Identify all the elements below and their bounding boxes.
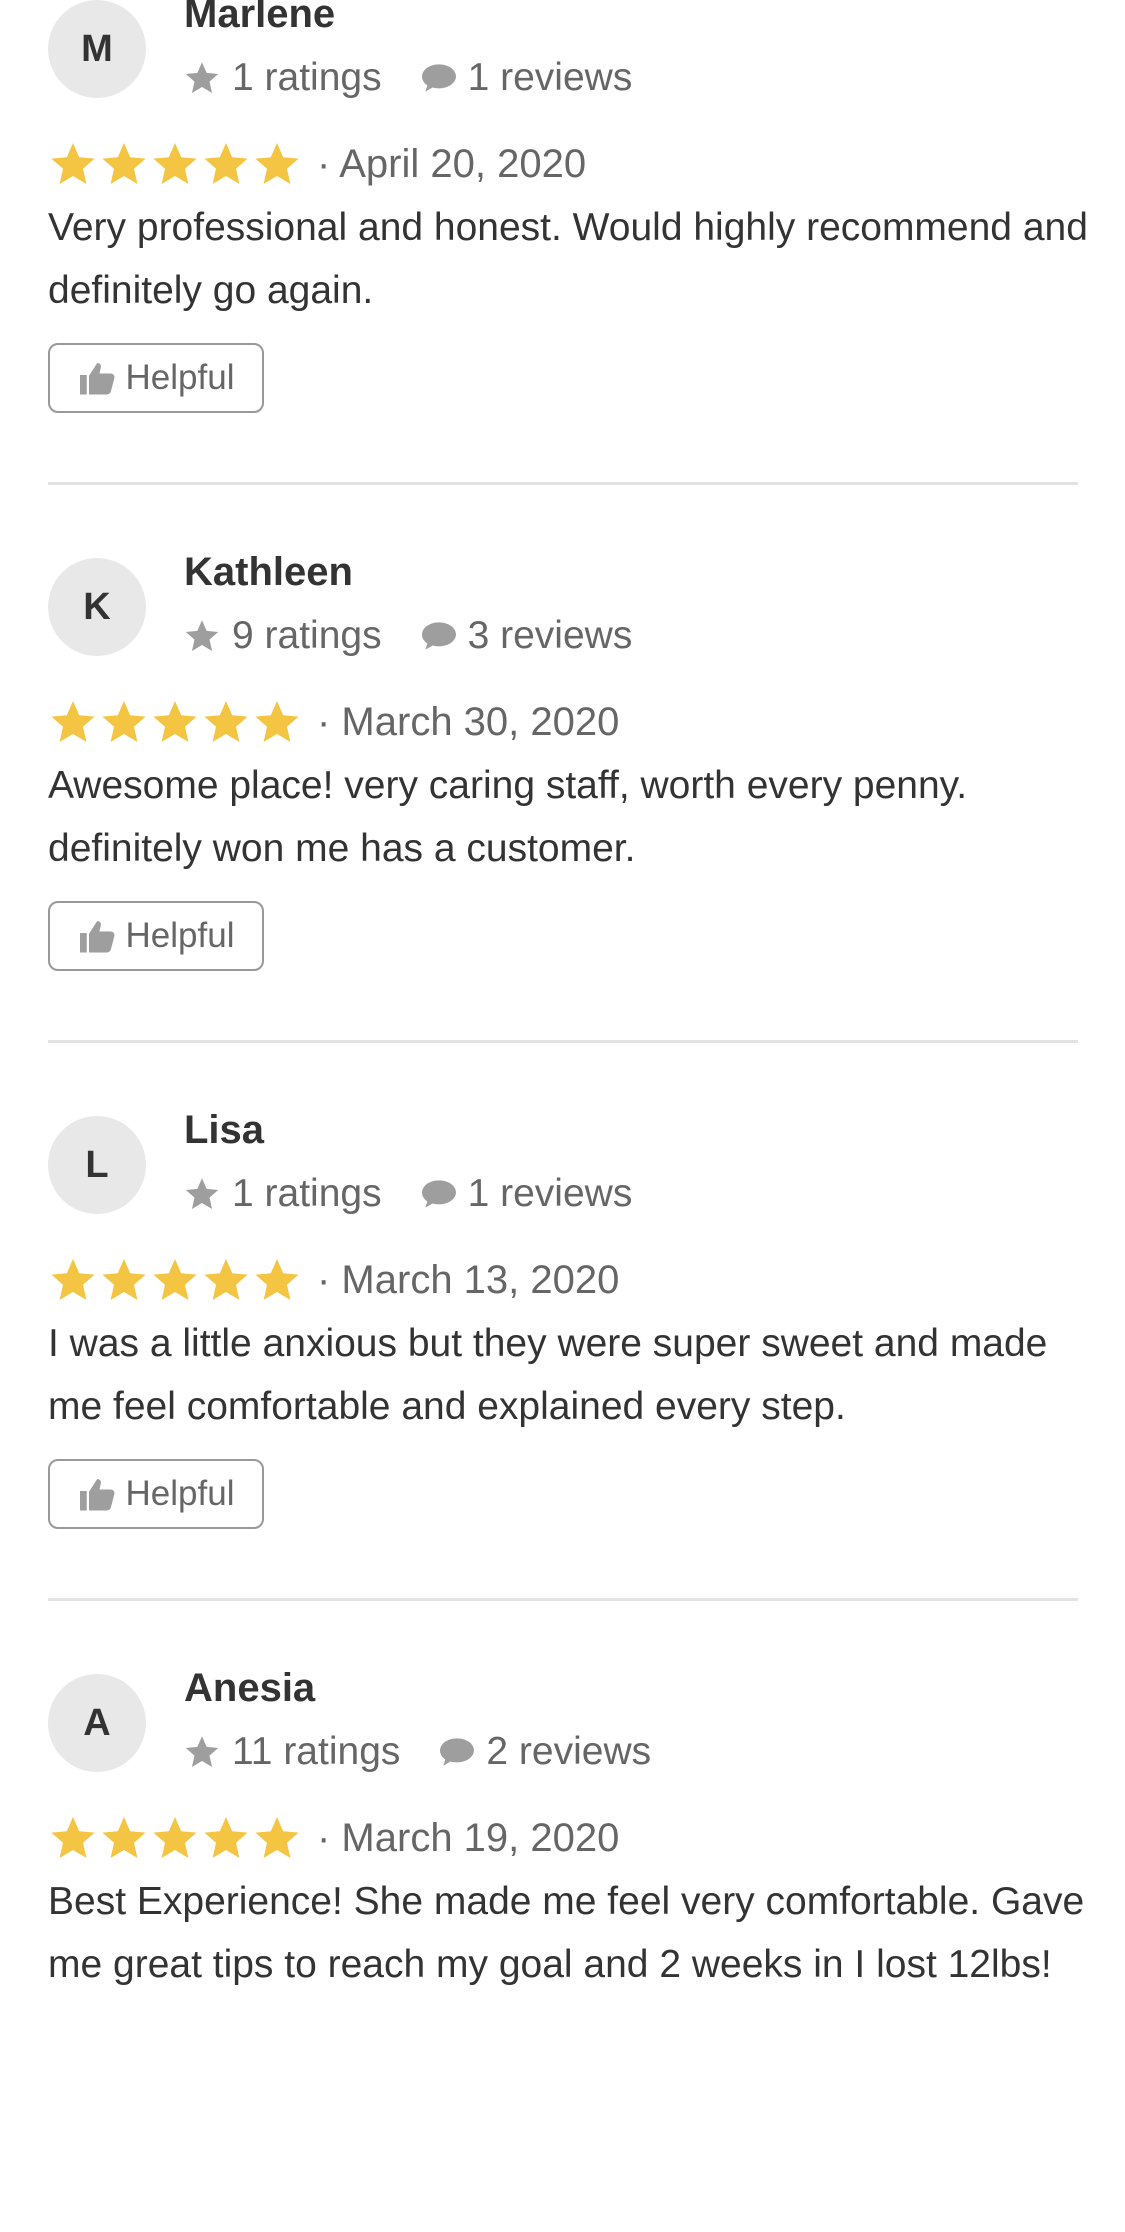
star-rating <box>48 698 303 746</box>
star-icon <box>255 143 299 184</box>
reviews-count: 1 reviews <box>420 56 633 100</box>
star-icon <box>204 143 248 184</box>
star-icon <box>51 701 95 742</box>
rating-row: · April 20, 2020 <box>48 137 586 191</box>
review-text: I was a little anxious but they were sup… <box>48 1322 1048 1428</box>
reviewer-stats: 9 ratings 3 reviews <box>184 611 632 661</box>
reviewer-stats: 1 ratings 1 reviews <box>184 53 632 103</box>
reviewer-name[interactable]: Kathleen <box>184 550 353 595</box>
avatar: M <box>48 0 146 98</box>
helpful-label: Helpful <box>125 358 235 397</box>
star-icon <box>102 143 146 184</box>
rating-row: · March 13, 2020 <box>48 1253 619 1307</box>
review-date: · March 13, 2020 <box>317 1257 620 1302</box>
rating-row: · March 19, 2020 <box>48 1811 619 1865</box>
review-text: Very professional and honest. Would high… <box>48 206 1088 312</box>
speech-bubble-icon <box>438 1735 476 1769</box>
divider <box>48 1040 1078 1043</box>
review-card: L Lisa 1 ratings 1 reviews · March 13, 2… <box>0 1108 1125 1674</box>
review-card: A Anesia 11 ratings 2 reviews · March 19… <box>0 1666 1125 2232</box>
review-text: Awesome place! very caring staff, worth … <box>48 764 968 870</box>
star-icon <box>153 701 197 742</box>
speech-bubble-icon <box>420 61 458 95</box>
rating-row: · March 30, 2020 <box>48 695 619 749</box>
star-icon <box>184 618 220 654</box>
reviews-count-label: 1 reviews <box>467 56 633 99</box>
star-icon <box>51 143 95 184</box>
helpful-button[interactable]: Helpful <box>48 1459 264 1529</box>
reviewer-name[interactable]: Anesia <box>184 1666 315 1711</box>
star-icon <box>255 701 299 742</box>
divider <box>48 1598 1078 1601</box>
reviews-count: 2 reviews <box>438 1730 651 1774</box>
star-icon <box>184 60 220 96</box>
thumbs-up-icon <box>78 918 118 954</box>
review-date: · March 19, 2020 <box>317 1815 620 1860</box>
star-rating <box>48 140 303 188</box>
helpful-label: Helpful <box>125 1474 235 1513</box>
review-card: K Kathleen 9 ratings 3 reviews · March 3… <box>0 550 1125 1116</box>
review-card: M Marlene 1 ratings 1 reviews · April 20… <box>0 0 1125 558</box>
avatar: K <box>48 558 146 656</box>
ratings-count-label: 1 ratings <box>232 56 382 99</box>
thumbs-up-icon <box>78 1476 118 1512</box>
reviewer-stats: 1 ratings 1 reviews <box>184 1169 632 1219</box>
reviewer-stats: 11 ratings 2 reviews <box>184 1727 651 1777</box>
divider <box>48 482 1078 485</box>
ratings-count: 1 ratings <box>184 56 382 100</box>
reviews-count-label: 2 reviews <box>486 1730 652 1773</box>
star-icon <box>102 1817 146 1858</box>
ratings-count-label: 11 ratings <box>232 1730 401 1773</box>
reviews-count: 3 reviews <box>420 614 633 658</box>
star-icon <box>51 1817 95 1858</box>
ratings-count: 1 ratings <box>184 1172 382 1216</box>
star-icon <box>51 1259 95 1300</box>
star-icon <box>204 1817 248 1858</box>
reviews-count-label: 3 reviews <box>467 614 633 657</box>
helpful-button[interactable]: Helpful <box>48 343 264 413</box>
review-date: · March 30, 2020 <box>317 699 620 744</box>
speech-bubble-icon <box>420 1177 458 1211</box>
star-icon <box>153 143 197 184</box>
helpful-label: Helpful <box>125 916 235 955</box>
star-rating <box>48 1256 303 1304</box>
reviewer-name[interactable]: Marlene <box>184 0 335 37</box>
reviewer-name[interactable]: Lisa <box>184 1108 264 1153</box>
star-icon <box>255 1259 299 1300</box>
avatar: A <box>48 1674 146 1772</box>
review-date: · April 20, 2020 <box>317 141 587 186</box>
avatar: L <box>48 1116 146 1214</box>
ratings-count: 11 ratings <box>184 1730 400 1774</box>
ratings-count: 9 ratings <box>184 614 382 658</box>
review-text: Best Experience! She made me feel very c… <box>48 1880 1085 1986</box>
star-icon <box>153 1259 197 1300</box>
ratings-count-label: 1 ratings <box>232 1172 382 1215</box>
speech-bubble-icon <box>420 619 458 653</box>
star-icon <box>255 1817 299 1858</box>
star-rating <box>48 1814 303 1862</box>
star-icon <box>204 701 248 742</box>
star-icon <box>204 1259 248 1300</box>
reviews-count: 1 reviews <box>420 1172 633 1216</box>
star-icon <box>184 1176 220 1212</box>
reviews-count-label: 1 reviews <box>467 1172 633 1215</box>
helpful-button[interactable]: Helpful <box>48 901 264 971</box>
ratings-count-label: 9 ratings <box>232 614 382 657</box>
star-icon <box>153 1817 197 1858</box>
star-icon <box>102 701 146 742</box>
star-icon <box>102 1259 146 1300</box>
thumbs-up-icon <box>78 360 118 396</box>
star-icon <box>184 1734 220 1770</box>
